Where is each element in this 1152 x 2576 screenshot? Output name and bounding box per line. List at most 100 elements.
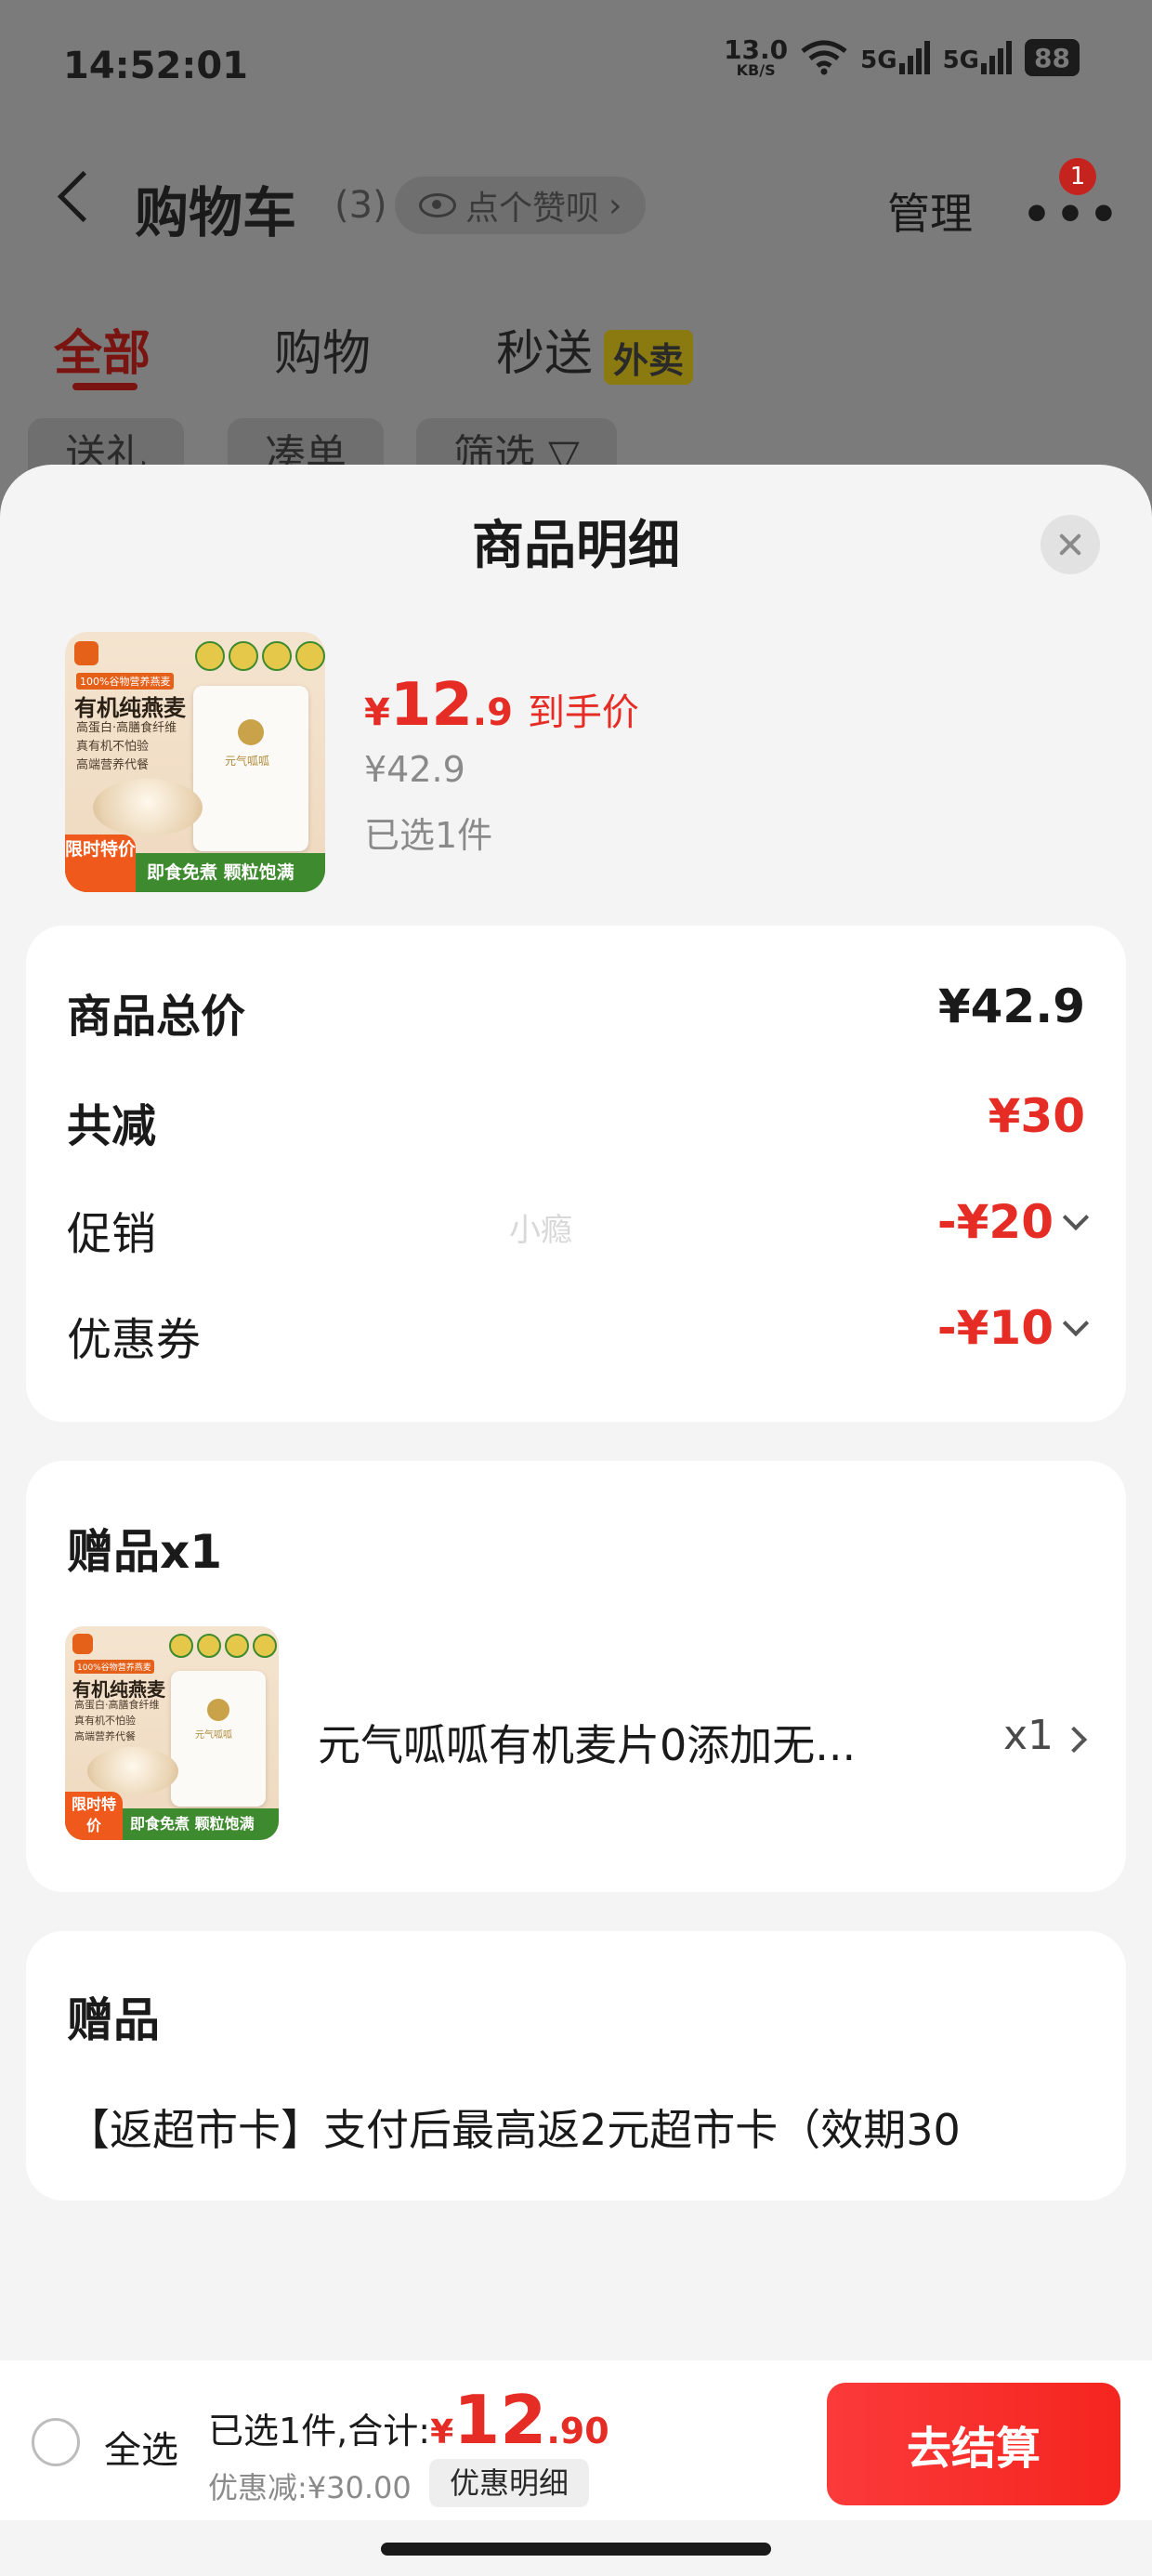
gift-promo-title: 赠品: [67, 1993, 160, 2047]
back-arrow-icon[interactable]: [57, 170, 110, 223]
chevron-down-icon: [1062, 1203, 1090, 1231]
tab-shopping[interactable]: 购物: [274, 314, 371, 384]
oat-bowl-image: [87, 1747, 178, 1795]
price-label: 到手价: [527, 691, 639, 734]
checkout-button[interactable]: 去结算: [827, 2383, 1120, 2505]
total-symbol: ¥: [430, 2413, 454, 2451]
tab-underline: [72, 383, 137, 390]
signal-2-label: 5G: [942, 46, 980, 74]
wifi-icon: [801, 40, 847, 75]
gift-item-qty: x1: [1003, 1712, 1054, 1759]
thumb-sub1: 高蛋白·高膳食纤维: [74, 1699, 160, 1711]
thumb-sub2: 真有机不怕验: [76, 740, 150, 754]
home-indicator[interactable]: [381, 2543, 771, 2556]
price-symbol: ¥: [364, 691, 390, 734]
thumb-flash-tag: 限时特价: [65, 835, 136, 892]
thumb-badge: 100%谷物营养燕麦: [74, 1660, 154, 1674]
checkout-bar: 全选 已选1件,合计: ¥ 12 .90 优惠减:¥30.00 优惠明细 去结算: [0, 2360, 1152, 2520]
bag-brand: 元气呱呱: [225, 755, 270, 768]
battery-icon: 88: [1025, 39, 1080, 76]
tab-all[interactable]: 全部: [54, 314, 151, 384]
product-bag-image: 元气呱呱: [193, 686, 308, 851]
tab-instant-delivery-label: 秒送: [496, 326, 594, 382]
thumb-sub1: 高蛋白·高膳食纤维: [76, 721, 177, 735]
coupon-amount: -¥10: [936, 1301, 1054, 1355]
product-detail-sheet: 商品明细 100%谷物营养燕麦 有机纯燕麦 高蛋白·高膳食纤维 真有机不怕验 高…: [0, 465, 1152, 2576]
page-title: 购物车: [135, 181, 297, 244]
brand-mark-icon: [207, 1699, 229, 1721]
net-speed-value: 13.0: [724, 34, 789, 65]
certification-seals-icon: [169, 1634, 277, 1658]
total-integer: 12: [453, 2381, 547, 2459]
discount-detail-button[interactable]: 优惠明细: [429, 2459, 590, 2507]
like-button[interactable]: 点个赞呗 ›: [395, 177, 647, 234]
gift-promo-card: 赠品 【返超市卡】支付后最高返2元超市卡（效期30: [26, 1931, 1126, 2201]
promo-label: 促销: [67, 1208, 157, 1260]
status-time: 14:52:01: [63, 45, 248, 87]
coupon-row[interactable]: -¥10: [936, 1301, 1090, 1355]
thumb-sub3: 高端营养代餐: [74, 1730, 136, 1742]
chevron-right-icon[interactable]: [1060, 1726, 1088, 1754]
product-bag-image: 元气呱呱: [171, 1671, 266, 1807]
thumb-sub2: 真有机不怕验: [74, 1715, 136, 1727]
signal-2: 5G: [942, 41, 1013, 74]
oat-bowl-image: [93, 779, 203, 836]
gift-card-title: 赠品x1: [67, 1525, 223, 1579]
cart-header: 购物车 (3) 点个赞呗 › 管理 ••• 1: [0, 158, 1152, 260]
brand-logo-icon: [74, 641, 98, 665]
status-bar: 14:52:01 13.0 KB/S 5G 5G 88: [0, 0, 1152, 130]
checkout-summary: 已选1件,合计: ¥ 12 .90: [208, 2381, 609, 2459]
promo-row[interactable]: -¥20: [936, 1195, 1090, 1249]
price-decimal: .9: [472, 691, 513, 734]
original-price: ¥42.9: [364, 749, 465, 790]
chevron-right-icon: ›: [609, 186, 622, 225]
summary-text: 已选1件,合计:: [208, 2411, 431, 2451]
gift-item-name[interactable]: 元气呱呱有机麦片0添加无...: [318, 1712, 856, 1773]
sheet-title: 商品明细: [472, 516, 680, 576]
eye-icon: [419, 193, 456, 217]
net-speed-unit: KB/S: [736, 61, 776, 79]
watermark: 小瘾: [509, 1212, 572, 1249]
cart-tabs: 全部 购物 秒送 外卖: [0, 307, 1152, 390]
select-all-label[interactable]: 全选: [104, 2420, 178, 2474]
notification-badge: 1: [1059, 158, 1096, 195]
thumb-sub3: 高端营养代餐: [76, 758, 150, 772]
thumb-flash-tag: 限时特价: [65, 1792, 123, 1840]
takeout-tag: 外卖: [604, 329, 694, 385]
more-icon[interactable]: •••: [1022, 188, 1122, 242]
certification-seals-icon: [195, 641, 325, 671]
net-speed: 13.0 KB/S: [724, 37, 788, 78]
total-reduce-label: 共减: [67, 1100, 157, 1152]
signal-1-label: 5G: [860, 46, 897, 74]
chevron-down-icon: [1062, 1309, 1090, 1337]
price-summary-card: 商品总价 ¥42.9 共减 ¥30 促销 小瘾 -¥20 优惠券 -¥10: [26, 926, 1126, 1422]
total-price-value: ¥42.9: [938, 979, 1085, 1033]
total-price-label: 商品总价: [67, 991, 246, 1043]
like-label: 点个赞呗: [465, 190, 600, 228]
price-integer: 12: [389, 671, 473, 740]
signal-bars-icon: [898, 41, 930, 74]
manage-button[interactable]: 管理: [887, 180, 973, 242]
gift-promo-description: 【返超市卡】支付后最高返2元超市卡（效期30: [67, 2105, 961, 2155]
selected-count: 已选1件: [364, 815, 493, 856]
bag-brand: 元气呱呱: [195, 1730, 232, 1741]
total-reduce-amount: ¥30: [988, 1089, 1085, 1143]
total-reduce-value: ¥30: [988, 1089, 1085, 1143]
discount-text: 优惠减:¥30.00: [208, 2470, 412, 2505]
status-icons: 13.0 KB/S 5G 5G 88: [724, 37, 1080, 78]
brand-logo-icon: [72, 1634, 93, 1654]
close-icon[interactable]: [1041, 515, 1100, 574]
cart-count: (3): [334, 184, 387, 227]
select-all-checkbox[interactable]: [32, 2418, 80, 2466]
signal-bars-icon: [981, 41, 1013, 74]
promo-amount: -¥20: [936, 1195, 1054, 1249]
brand-mark-icon: [238, 719, 264, 745]
total-price-amount: ¥42.9: [937, 979, 1085, 1033]
tab-instant-delivery[interactable]: 秒送 外卖: [496, 314, 694, 385]
product-image[interactable]: 100%谷物营养燕麦 有机纯燕麦 高蛋白·高膳食纤维 真有机不怕验 高端营养代餐…: [65, 632, 325, 892]
thumb-badge: 100%谷物营养燕麦: [76, 673, 175, 690]
total-decimal: .90: [546, 2411, 609, 2451]
gift-item-image[interactable]: 100%谷物营养燕麦 有机纯燕麦 高蛋白·高膳食纤维 真有机不怕验 高端营养代餐…: [65, 1626, 279, 1840]
coupon-label: 优惠券: [67, 1314, 202, 1366]
signal-1: 5G: [860, 41, 930, 74]
